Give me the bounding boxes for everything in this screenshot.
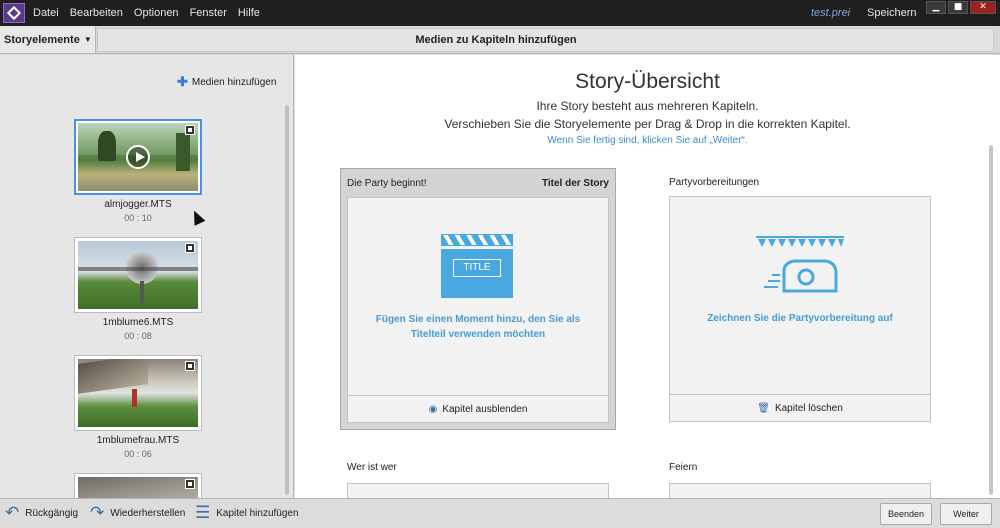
story-overview-subtitle: Ihre Story besteht aus mehreren Kapiteln… — [536, 99, 759, 113]
chapter-card-party-preparations[interactable]: Partyvorbereitungen Zeichnen Sie die Par… — [669, 168, 945, 430]
story-overview-hint: Wenn Sie fertig sind, klicken Sie auf „W… — [547, 135, 748, 146]
plus-icon: ✚ — [177, 74, 188, 89]
eye-icon: ◉ — [428, 404, 438, 415]
menu-fenster[interactable]: Fenster — [190, 7, 227, 19]
film-strip-icon — [185, 361, 195, 371]
redo-icon: ↷ — [90, 503, 105, 523]
main-scrollbar[interactable] — [989, 145, 993, 495]
add-chapter-icon: ☰ — [195, 503, 211, 523]
video-thumbnail-image — [78, 123, 198, 191]
story-overview-title: Story-Übersicht — [575, 70, 720, 93]
save-button[interactable]: Speichern — [867, 7, 917, 19]
play-icon[interactable] — [126, 145, 150, 169]
media-item[interactable] — [74, 473, 202, 498]
chapter-header: Die Party beginnt! Titel der Story — [341, 169, 615, 197]
chapter-drop-zone[interactable] — [669, 483, 931, 498]
clapperboard-icon: TITLE — [441, 232, 513, 298]
undo-button[interactable]: ↶ Rückgängig — [5, 503, 79, 523]
header-row: Storyelemente ▼ Medien zu Kapiteln hinzu… — [0, 26, 1000, 54]
media-name: almjogger.MTS — [104, 199, 172, 210]
chapter-drop-zone[interactable]: Zeichnen Sie die Partyvorbereitung auf 🗑… — [669, 196, 931, 422]
app-logo-icon[interactable] — [3, 3, 25, 23]
add-chapter-label: Kapitel hinzufügen — [216, 507, 299, 519]
chapter-name: Die Party beginnt! — [347, 177, 427, 189]
hide-chapter-label: Kapitel ausblenden — [442, 404, 528, 415]
hide-chapter-button[interactable]: ◉ Kapitel ausblenden — [348, 395, 608, 423]
chapter-hint: Zeichnen Sie die Partyvorbereitung auf — [707, 313, 893, 324]
media-thumbnail[interactable] — [74, 237, 202, 313]
media-thumbnail[interactable] — [74, 119, 202, 195]
chapter-name: Feiern — [669, 462, 698, 473]
menu-datei[interactable]: Datei — [33, 7, 59, 19]
media-duration: 00 : 10 — [124, 213, 152, 223]
delete-chapter-label: Kapitel löschen — [774, 403, 843, 414]
storyelements-dropdown[interactable]: Storyelemente ▼ — [0, 26, 96, 53]
page-title: Medien zu Kapiteln hinzufügen — [415, 33, 577, 46]
menu-hilfe[interactable]: Hilfe — [238, 7, 260, 19]
close-window-button[interactable]: ✕ — [970, 1, 996, 14]
storyelements-panel: ✚ Medien hinzufügen almjogger.MTS 00 : 1… — [0, 55, 294, 498]
media-name: 1mblumefrau.MTS — [96, 435, 180, 446]
clapper-title-label: TITLE — [453, 259, 501, 277]
story-title-tag: Titel der Story — [541, 177, 609, 189]
chapter-hint: Fügen Sie einen Moment hinzu, den Sie al… — [375, 314, 581, 340]
add-chapter-button[interactable]: ☰ Kapitel hinzufügen — [195, 503, 299, 523]
chapter-header: Partyvorbereitungen — [669, 168, 945, 196]
party-decoration-icon — [756, 236, 844, 293]
media-thumbnail[interactable] — [74, 473, 202, 498]
chapter-drop-zone[interactable]: TITLE Fügen Sie einen Moment hinzu, den … — [347, 197, 609, 423]
redo-button[interactable]: ↷ Wiederherstellen — [90, 503, 186, 523]
media-duration: 00 : 08 — [124, 331, 152, 341]
film-strip-icon — [185, 125, 195, 135]
media-item[interactable]: 1mblume6.MTS 00 : 08 — [74, 237, 202, 341]
media-duration: 00 : 06 — [124, 449, 152, 459]
sidebar-scrollbar[interactable] — [285, 105, 289, 495]
chapter-drop-zone[interactable] — [347, 483, 609, 498]
media-name: 1mblume6.MTS — [102, 317, 174, 328]
story-overview-panel: Story-Übersicht Ihre Story besteht aus m… — [295, 55, 1000, 498]
add-media-button[interactable]: ✚ Medien hinzufügen — [177, 74, 276, 90]
menu-bearbeiten[interactable]: Bearbeiten — [70, 7, 123, 19]
chapter-name: Partyvorbereitungen — [669, 176, 760, 188]
menu-optionen[interactable]: Optionen — [134, 7, 179, 19]
undo-label: Rückgängig — [25, 507, 79, 519]
delete-chapter-button[interactable]: 🗑 Kapitel löschen — [670, 394, 930, 422]
video-thumbnail-image — [78, 241, 198, 309]
film-strip-icon — [185, 479, 195, 489]
finish-button[interactable]: Beenden — [880, 503, 932, 525]
project-file-name: test.prei — [811, 7, 851, 19]
video-thumbnail-image — [78, 359, 198, 427]
next-button[interactable]: Weiter — [940, 503, 992, 525]
video-thumbnail-image — [78, 477, 198, 498]
undo-icon: ↶ — [5, 503, 20, 523]
media-thumbnail[interactable] — [74, 355, 202, 431]
film-strip-icon — [185, 243, 195, 253]
add-media-label: Medien hinzufügen — [191, 76, 277, 88]
menu-bar: Datei Bearbeiten Optionen Fenster Hilfe … — [0, 0, 1000, 26]
chapter-name: Wer ist wer — [347, 462, 397, 473]
chapter-card-party-begins[interactable]: Die Party beginnt! Titel der Story TITLE… — [340, 168, 616, 430]
bottom-toolbar: ↶ Rückgängig ↷ Wiederherstellen ☰ Kapite… — [0, 498, 1000, 528]
trash-icon: 🗑 — [757, 403, 770, 414]
media-item[interactable]: almjogger.MTS 00 : 10 — [74, 119, 202, 223]
minimize-button[interactable]: ▁ — [926, 1, 946, 14]
story-overview-instructions: Verschieben Sie die Storyelemente per Dr… — [444, 117, 851, 131]
caret-down-icon: ▼ — [83, 35, 92, 44]
redo-label: Wiederherstellen — [110, 507, 186, 519]
maximize-button[interactable]: ■ — [948, 1, 968, 14]
storyelements-dropdown-label: Storyelemente — [4, 33, 80, 46]
window-controls: ▁ ■ ✕ — [924, 1, 996, 14]
media-item[interactable]: 1mblumefrau.MTS 00 : 06 — [74, 355, 202, 459]
